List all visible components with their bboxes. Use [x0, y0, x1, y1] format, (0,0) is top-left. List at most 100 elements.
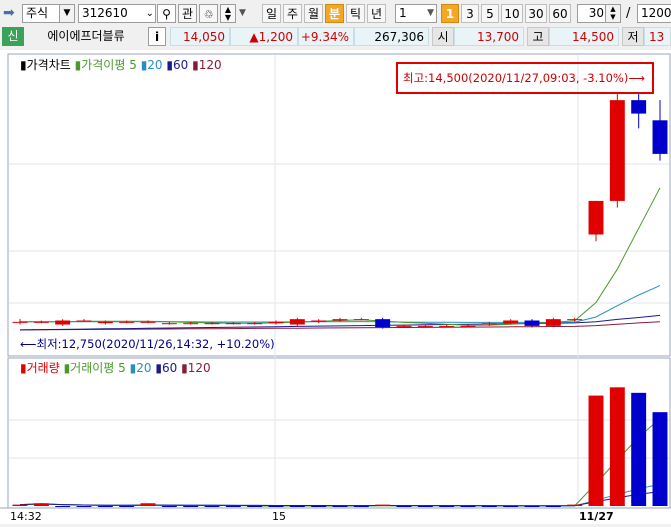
candle-body — [481, 323, 497, 325]
chevron-down-icon[interactable]: ▼ — [59, 5, 74, 22]
volume-bar — [652, 412, 668, 506]
high-label: 고 — [527, 27, 549, 46]
count-input-value: 30 — [588, 6, 604, 20]
price-panel[interactable] — [7, 53, 671, 357]
candle-body — [460, 325, 476, 327]
volume-bar — [524, 506, 540, 507]
candle-body — [332, 319, 348, 321]
period-minute-button[interactable]: 분 — [325, 4, 344, 23]
chart-area[interactable]: 최고:14,500(2020/11/27,09:03, -3.10%)⟶ ⟵최저… — [0, 50, 671, 524]
volume-bar — [247, 506, 263, 507]
market-select[interactable]: 주식 ▼ — [22, 4, 75, 23]
candle-body — [119, 321, 135, 323]
volume-bar — [503, 506, 519, 507]
interval-select[interactable]: 1 ▼ — [395, 4, 437, 23]
volume-bar — [204, 506, 220, 507]
candle-body — [225, 323, 241, 325]
candle-body — [76, 320, 92, 322]
volume-bar — [140, 503, 156, 506]
volume-ma-120: 120 — [187, 361, 211, 375]
dropdown-arrow-icon[interactable]: ▼ — [239, 8, 246, 18]
candle-body — [183, 323, 199, 325]
period-day-button[interactable]: 일 — [262, 4, 281, 23]
candle-body — [353, 319, 369, 321]
price-legend: ▮가격차트 ▮가격이평 5 ▮20 ▮60 ▮120 — [20, 56, 222, 73]
low-annotation: ⟵최저:12,750(2020/11/26,14:32, +10.20%) — [20, 337, 275, 351]
price-change: ▲1,200 — [230, 27, 298, 46]
chevron-down-icon[interactable]: ⌄ — [146, 5, 154, 22]
volume-bar — [545, 506, 561, 507]
interval-10-button[interactable]: 10 — [501, 4, 523, 23]
candle-body — [140, 321, 156, 323]
info-button[interactable]: i — [148, 27, 166, 46]
x-axis-label-start: 14:32 — [10, 510, 42, 523]
high-price: 14,500 — [549, 27, 619, 46]
search-button[interactable]: ⚲ — [157, 4, 176, 23]
candle-body — [97, 321, 113, 324]
interval-5-button[interactable]: 5 — [481, 4, 499, 23]
volume-panel[interactable] — [7, 357, 671, 509]
volume-legend: ▮거래량 ▮거래이평 5 ▮20 ▮60 ▮120 — [20, 359, 211, 376]
price-ma-20: 20 — [147, 58, 163, 72]
period-week-button[interactable]: 주 — [283, 4, 302, 23]
volume-bar — [225, 506, 241, 507]
low-price: 13 — [644, 27, 671, 46]
volume-bar — [332, 506, 348, 507]
price-ma-120: 120 — [198, 58, 222, 72]
stock-code-input[interactable]: 312610 ⌄ — [78, 4, 156, 23]
candle-body — [439, 325, 455, 327]
nav-arrow-icon[interactable]: ➡ — [3, 5, 21, 21]
volume-ma-60: 60 — [161, 361, 178, 375]
candle-body — [567, 319, 583, 321]
new-listing-badge: 신 — [2, 27, 24, 46]
count-total-field[interactable]: 1200 — [637, 4, 671, 23]
price-ma-title: 가격이평 — [81, 58, 126, 72]
legend-marker-volume: ▮ — [20, 361, 27, 375]
chart-svg[interactable]: 최고:14,500(2020/11/27,09:03, -3.10%)⟶ ⟵최저… — [0, 50, 671, 524]
trade-volume: 267,306 — [354, 27, 429, 46]
volume-bar — [12, 504, 28, 506]
interval-60-button[interactable]: 60 — [549, 4, 571, 23]
legend-marker-vol-120: ▮ — [181, 361, 188, 375]
recent-button[interactable]: ♲ — [199, 4, 218, 23]
candle-body — [524, 320, 540, 326]
current-price: 14,050 — [170, 27, 230, 46]
volume-bar — [183, 506, 199, 507]
volume-bar — [396, 506, 412, 507]
period-tick-button[interactable]: 틱 — [346, 4, 365, 23]
count-stepper[interactable]: ▲ ▼ — [605, 5, 620, 22]
candle-body — [375, 319, 391, 328]
candle-body — [247, 323, 263, 325]
stock-code-value: 312610 — [82, 6, 128, 20]
chevron-down-icon[interactable]: ▼ — [427, 5, 434, 22]
open-price: 13,700 — [454, 27, 524, 46]
legend-marker-price: ▮ — [20, 58, 27, 72]
volume-bar — [439, 506, 455, 507]
price-ma-60: 60 — [173, 58, 189, 72]
watchlist-button[interactable]: 관 — [178, 4, 197, 23]
interval-1-button[interactable]: 1 — [441, 4, 459, 23]
search-icon: ⚲ — [162, 7, 171, 21]
volume-bar — [97, 506, 113, 507]
interval-30-button[interactable]: 30 — [525, 4, 547, 23]
candle-body — [12, 321, 28, 323]
candle-body — [609, 100, 625, 201]
price-change-percent: +9.34% — [298, 27, 354, 46]
low-label: 저 — [622, 27, 644, 46]
volume-bar — [33, 503, 49, 506]
volume-bar — [417, 506, 433, 507]
recent-icon: ♲ — [203, 8, 214, 21]
price-ma-5: 5 — [129, 58, 137, 72]
interval-3-button[interactable]: 3 — [461, 4, 479, 23]
period-year-button[interactable]: 년 — [367, 4, 386, 23]
count-input[interactable]: 30 ▲ ▼ — [577, 4, 621, 23]
stepper-button[interactable]: ▲ ▼ — [220, 4, 236, 23]
volume-bar — [481, 506, 497, 507]
candle-body — [161, 323, 177, 325]
stepper-down-icon[interactable]: ▼ — [221, 14, 235, 22]
volume-ma-20: 20 — [136, 361, 152, 375]
period-month-button[interactable]: 월 — [304, 4, 323, 23]
watchlist-button-label: 관 — [181, 7, 194, 21]
x-axis-label-date: 11/27 — [579, 510, 614, 523]
volume-bar — [375, 504, 391, 506]
